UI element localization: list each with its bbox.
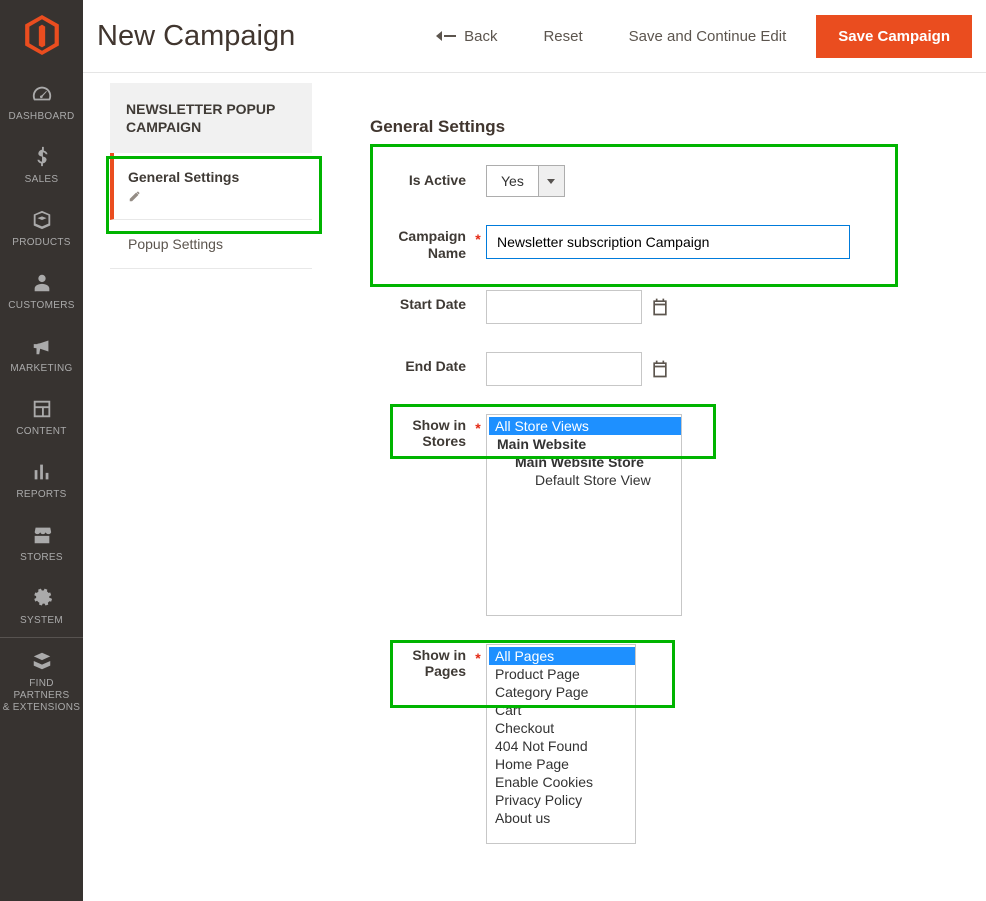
campaign-name-label: Campaign Name (370, 225, 470, 262)
store-option[interactable]: Main Website (489, 435, 681, 453)
store-option[interactable]: Main Website Store (489, 453, 681, 471)
nav-system-label: SYSTEM (20, 615, 63, 627)
required-star-icon: * (470, 225, 486, 247)
reset-button-label: Reset (543, 28, 582, 45)
save-continue-label: Save and Continue Edit (629, 28, 787, 45)
bar-chart-icon (31, 461, 53, 483)
save-campaign-label: Save Campaign (838, 28, 950, 45)
end-date-label: End Date (370, 352, 470, 382)
tab-popup-settings[interactable]: Popup Settings (110, 220, 312, 269)
save-continue-button[interactable]: Save and Continue Edit (613, 17, 803, 56)
gauge-icon (31, 83, 53, 105)
page-option[interactable]: 404 Not Found (489, 737, 635, 755)
nav-extensions[interactable]: FIND PARTNERS & EXTENSIONS (0, 637, 83, 724)
store-option[interactable]: Default Store View (489, 471, 681, 489)
settings-panel: NEWSLETTER POPUP CAMPAIGN General Settin… (110, 83, 312, 269)
required-star-icon: * (470, 644, 486, 666)
page-option[interactable]: Category Page (489, 683, 635, 701)
nav-reports-label: REPORTS (16, 489, 66, 501)
save-campaign-button[interactable]: Save Campaign (816, 15, 972, 58)
arrow-left-icon (436, 31, 442, 41)
show-in-pages-label: Show in Pages (370, 644, 470, 681)
page-option[interactable]: Product Page (489, 665, 635, 683)
field-campaign-name: Campaign Name * (370, 225, 970, 262)
calendar-icon[interactable] (650, 359, 670, 379)
settings-panel-heading: NEWSLETTER POPUP CAMPAIGN (110, 83, 312, 153)
page-option[interactable]: Privacy Policy (489, 791, 635, 809)
is-active-label: Is Active (370, 165, 470, 195)
tab-popup-settings-label: Popup Settings (128, 236, 294, 252)
nav-reports[interactable]: REPORTS (0, 448, 83, 511)
chevron-down-icon (538, 166, 564, 196)
page-title: New Campaign (97, 20, 295, 53)
nav-dashboard-label: DASHBOARD (8, 111, 74, 123)
nav-products-label: PRODUCTS (12, 237, 71, 249)
nav-customers-label: CUSTOMERS (8, 300, 74, 312)
nav-content-label: CONTENT (16, 426, 66, 438)
field-end-date: End Date (370, 352, 970, 386)
reset-button[interactable]: Reset (527, 17, 598, 56)
page-option[interactable]: All Pages (489, 647, 635, 665)
nav-extensions-label-2: & EXTENSIONS (3, 702, 81, 714)
nav-stores-label: STORES (20, 552, 63, 564)
nav-customers[interactable]: CUSTOMERS (0, 259, 83, 322)
page-option[interactable]: Cart (489, 701, 635, 719)
box-icon (31, 209, 53, 231)
show-in-stores-listbox[interactable]: All Store ViewsMain WebsiteMain Website … (486, 414, 682, 616)
field-show-in-stores: Show in Stores * All Store ViewsMain Web… (370, 414, 970, 616)
nav-stores[interactable]: STORES (0, 511, 83, 574)
nav-products[interactable]: PRODUCTS (0, 196, 83, 259)
gear-icon (31, 587, 53, 609)
storefront-icon (31, 524, 53, 546)
nav-marketing[interactable]: MARKETING (0, 322, 83, 385)
nav-extensions-label-1: FIND PARTNERS (2, 678, 81, 702)
tab-general-settings-label: General Settings (128, 169, 294, 185)
tab-general-settings[interactable]: General Settings (110, 153, 312, 220)
topbar: New Campaign Back Reset Save and Continu… (83, 0, 986, 73)
required-star-icon: * (470, 414, 486, 436)
general-settings-form: General Settings Is Active Yes Campaign … (370, 105, 970, 872)
page-option[interactable]: Enable Cookies (489, 773, 635, 791)
back-button[interactable]: Back (420, 17, 513, 56)
magento-logo-icon (25, 15, 59, 55)
nav-sales-label: SALES (25, 174, 59, 186)
nav-sales[interactable]: SALES (0, 133, 83, 196)
calendar-icon[interactable] (650, 297, 670, 317)
field-start-date: Start Date (370, 290, 970, 324)
nav-content[interactable]: CONTENT (0, 385, 83, 448)
page-option[interactable]: Home Page (489, 755, 635, 773)
page-option[interactable]: About us (489, 809, 635, 827)
admin-sidebar: DASHBOARD SALES PRODUCTS CUSTOMERS MARKE… (0, 0, 83, 901)
campaign-name-input[interactable] (486, 225, 850, 259)
pencil-icon (128, 189, 142, 203)
nav-system[interactable]: SYSTEM (0, 574, 83, 637)
field-is-active: Is Active Yes (370, 165, 970, 197)
is-active-value: Yes (487, 166, 538, 196)
section-title: General Settings (370, 117, 970, 137)
nav-marketing-label: MARKETING (10, 363, 72, 375)
megaphone-icon (31, 335, 53, 357)
dollar-icon (31, 146, 53, 168)
magento-logo[interactable] (0, 0, 83, 70)
store-option[interactable]: All Store Views (489, 417, 681, 435)
start-date-input[interactable] (486, 290, 642, 324)
end-date-input[interactable] (486, 352, 642, 386)
is-active-select[interactable]: Yes (486, 165, 565, 197)
start-date-label: Start Date (370, 290, 470, 320)
partners-icon (31, 650, 53, 672)
back-button-label: Back (464, 28, 497, 45)
page-option[interactable]: Checkout (489, 719, 635, 737)
nav-dashboard[interactable]: DASHBOARD (0, 70, 83, 133)
show-in-pages-listbox[interactable]: All PagesProduct PageCategory PageCartCh… (486, 644, 636, 844)
show-in-stores-label: Show in Stores (370, 414, 470, 451)
layout-icon (31, 398, 53, 420)
person-icon (31, 272, 53, 294)
field-show-in-pages: Show in Pages * All PagesProduct PageCat… (370, 644, 970, 844)
